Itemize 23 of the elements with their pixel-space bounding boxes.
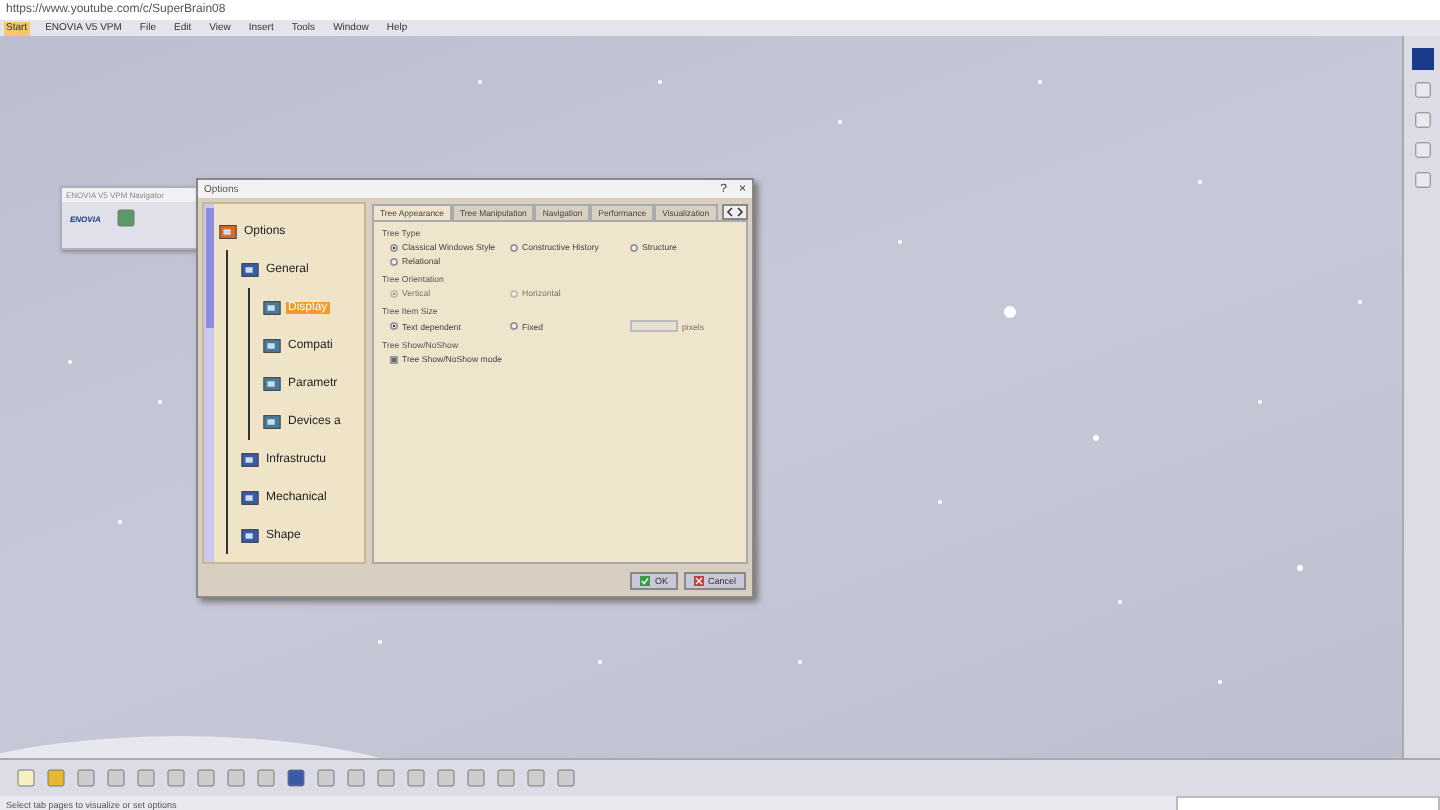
- radio-button[interactable]: [630, 243, 638, 251]
- tree-node-icon: [240, 259, 260, 279]
- command-field[interactable]: [1176, 796, 1440, 810]
- check-icon: [640, 576, 651, 586]
- tree-node-icon: [262, 411, 282, 431]
- tree-node-icon: [262, 335, 282, 355]
- tree-node-icon: [218, 221, 238, 241]
- scrollbar[interactable]: [204, 204, 214, 562]
- tree-node-icon: [240, 449, 260, 469]
- tree-node-icon: [262, 373, 282, 393]
- radio-button[interactable]: [510, 322, 518, 330]
- radio-button[interactable]: [390, 257, 398, 265]
- tab-scroll-icon[interactable]: [721, 204, 748, 220]
- navigator-icon[interactable]: [116, 208, 137, 228]
- cross-icon: [693, 576, 704, 586]
- tree-node-icon: [240, 487, 260, 507]
- tree-node-icon: [240, 525, 260, 545]
- radio-button[interactable]: [390, 322, 398, 330]
- checkbox[interactable]: [390, 355, 398, 363]
- tree-node-icon: [262, 297, 282, 317]
- radio-button[interactable]: [510, 243, 518, 251]
- square-icon[interactable]: [1411, 48, 1433, 70]
- radio-button[interactable]: [390, 243, 398, 251]
